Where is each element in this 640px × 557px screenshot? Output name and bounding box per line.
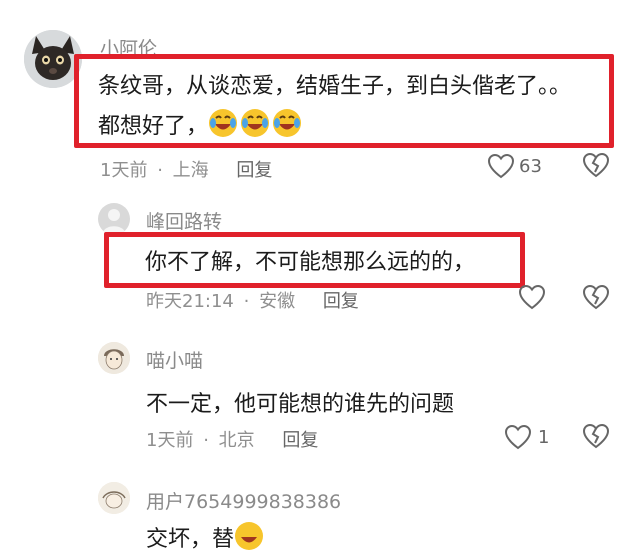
reply-button[interactable]: 回复 bbox=[323, 291, 359, 312]
dislike-button[interactable] bbox=[582, 423, 610, 453]
avatar-default[interactable] bbox=[98, 203, 130, 235]
comment-username[interactable]: 峰回路转 bbox=[146, 207, 222, 234]
laughing-tears-emoji-icon bbox=[240, 108, 270, 138]
comment-meta: 昨天21:14 · 安徽 回复 bbox=[146, 287, 359, 313]
comment-text-line2: 都想好了， bbox=[98, 108, 304, 140]
comment-text: 交坏，替 bbox=[146, 521, 266, 553]
dislike-button[interactable] bbox=[582, 284, 610, 314]
heart-outline-icon bbox=[487, 153, 515, 179]
like-count: 1 bbox=[538, 426, 550, 448]
comment-meta: 1天前 · 北京 回复 bbox=[146, 426, 318, 452]
comment-time: 1天前 bbox=[100, 160, 148, 181]
heart-outline-icon bbox=[504, 424, 532, 450]
broken-heart-icon bbox=[582, 423, 610, 449]
dislike-button[interactable] bbox=[582, 152, 610, 182]
comment-location: 上海 bbox=[172, 160, 209, 181]
comment-time: 昨天21:14 bbox=[146, 291, 234, 312]
comment-username[interactable]: 用户7654999838386 bbox=[146, 487, 341, 514]
comment-meta: 1天前 · 上海 回复 bbox=[100, 156, 272, 182]
comment-username[interactable]: 喵小喵 bbox=[146, 346, 203, 373]
heart-outline-icon bbox=[518, 284, 546, 310]
default-user-icon bbox=[103, 209, 125, 233]
like-button[interactable]: 1 bbox=[504, 423, 549, 451]
avatar-user[interactable] bbox=[98, 342, 130, 374]
broken-heart-icon bbox=[582, 152, 610, 178]
avatar-user[interactable] bbox=[98, 482, 130, 514]
meta-separator: · bbox=[157, 160, 163, 181]
meta-separator: · bbox=[203, 430, 209, 451]
like-button[interactable] bbox=[518, 284, 546, 314]
comment-text: 条纹哥，从谈恋爱，结婚生子，到白头偕老了。。 bbox=[98, 74, 572, 99]
sketch-avatar-image bbox=[98, 482, 130, 514]
comment-location: 北京 bbox=[218, 430, 255, 451]
like-button[interactable]: 63 bbox=[487, 152, 542, 180]
comment-text: 都想好了， bbox=[98, 114, 209, 139]
like-count: 63 bbox=[519, 155, 542, 177]
comment-text: 你不了解，不可能想那么远的的， bbox=[145, 250, 476, 275]
comment-text: 不一定，他可能想的谁先的问题 bbox=[146, 392, 455, 417]
reply-button[interactable]: 回复 bbox=[282, 430, 318, 451]
meta-separator: · bbox=[243, 291, 250, 312]
sketch-avatar-image bbox=[98, 342, 130, 374]
comment-location: 安徽 bbox=[259, 291, 296, 312]
laughing-tears-emoji-icon bbox=[234, 521, 264, 551]
broken-heart-icon bbox=[582, 284, 610, 310]
comment-time: 1天前 bbox=[146, 430, 194, 451]
reply-button[interactable]: 回复 bbox=[236, 160, 272, 181]
laughing-tears-emoji-icon bbox=[272, 108, 302, 138]
laughing-tears-emoji-icon bbox=[208, 108, 238, 138]
